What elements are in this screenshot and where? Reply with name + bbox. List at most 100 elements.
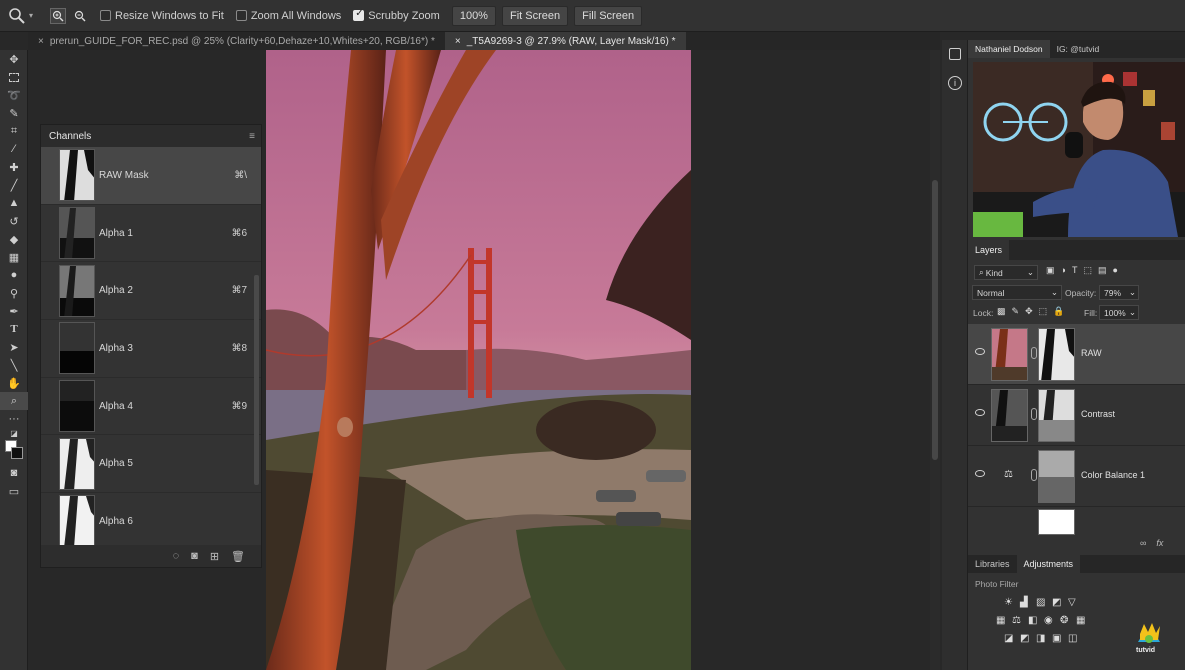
kind-filter-dropdown[interactable]: ⌕ Kind ⌄	[974, 265, 1038, 280]
black-white-icon[interactable]: ◧	[1028, 615, 1037, 626]
zoom-all-windows-checkbox[interactable]: Zoom All Windows	[235, 10, 341, 22]
lasso-tool-icon[interactable]: ➰	[0, 86, 28, 104]
posterize-icon[interactable]: ◩	[1020, 633, 1029, 644]
hue-sat-icon[interactable]: ▦	[996, 615, 1005, 626]
color-balance-adj-icon[interactable]: ⚖	[1012, 615, 1021, 626]
exposure-icon[interactable]: ◩	[1052, 597, 1061, 608]
channels-scrollbar[interactable]	[254, 275, 259, 485]
quick-mask-icon[interactable]: ◙	[0, 464, 28, 482]
layers-tab[interactable]: Layers	[968, 240, 1010, 260]
lock-artboard-icon[interactable]: ⬚	[1039, 306, 1048, 317]
blur-tool-icon[interactable]: ●	[0, 266, 28, 284]
channel-row-alpha-6[interactable]: Alpha 6	[41, 493, 261, 551]
scrubby-zoom-box[interactable]	[353, 8, 365, 21]
dodge-tool-icon[interactable]: ⚲	[0, 284, 28, 302]
levels-icon[interactable]: ▟	[1020, 597, 1028, 608]
layer-mask-thumbnail[interactable]	[1038, 450, 1075, 503]
scrubby-zoom-checkbox[interactable]: Scrubby Zoom	[353, 8, 440, 22]
lock-pixels-icon[interactable]: ✎	[1012, 306, 1020, 317]
zoom-100-button[interactable]: 100%	[451, 5, 496, 26]
link-layers-icon[interactable]: ∞	[1140, 538, 1146, 548]
lock-position-icon[interactable]: ✥	[1025, 306, 1033, 317]
lock-all-icon[interactable]: 🔒	[1053, 306, 1064, 317]
resize-windows-box[interactable]	[100, 10, 111, 21]
layer-row-raw[interactable]: RAW	[968, 324, 1185, 385]
new-channel-icon[interactable]: ⊞	[210, 550, 219, 563]
layer-row-contrast[interactable]: Contrast	[968, 385, 1185, 446]
fx-icon[interactable]: fx	[1156, 538, 1163, 548]
move-tool-icon[interactable]: ✥	[0, 50, 28, 68]
mask-link-icon[interactable]	[1031, 347, 1037, 359]
brush-tool-icon[interactable]: ╱	[0, 176, 28, 194]
line-tool-icon[interactable]: ╲	[0, 356, 28, 374]
channels-tab[interactable]: Channels	[47, 131, 93, 142]
eraser-tool-icon[interactable]: ◆	[0, 230, 28, 248]
zoom-in-icon[interactable]	[50, 7, 66, 24]
healing-brush-icon[interactable]: ✚	[0, 158, 28, 176]
fill-screen-button[interactable]: Fill Screen	[574, 5, 643, 26]
document-canvas[interactable]	[266, 50, 691, 670]
panel-menu-icon[interactable]: ≡	[247, 131, 257, 142]
gradient-map-icon[interactable]: ▣	[1052, 633, 1061, 644]
layer-row-color-balance[interactable]: ⚖ Color Balance 1	[968, 446, 1185, 507]
tab-t5a9269[interactable]: × _T5A9269-3 @ 27.9% (RAW, Layer Mask/16)…	[444, 32, 686, 50]
visibility-eye-icon[interactable]	[975, 470, 985, 477]
scroll-thumb[interactable]	[932, 180, 938, 460]
fit-screen-button[interactable]: Fit Screen	[501, 5, 569, 26]
channel-row-alpha-2[interactable]: Alpha 2 ⌘7	[41, 262, 261, 321]
canvas-vertical-scrollbar[interactable]	[930, 50, 940, 670]
fill-field[interactable]: 100% ⌄	[1099, 305, 1139, 320]
path-select-icon[interactable]: ➤	[0, 338, 28, 356]
layer-row-partial[interactable]	[968, 507, 1185, 535]
layer-mask-thumbnail[interactable]	[1038, 328, 1075, 381]
tab-prerun-guide[interactable]: × prerun_GUIDE_FOR_REC.psd @ 25% (Clarity…	[28, 32, 445, 50]
opacity-field[interactable]: 79% ⌄	[1099, 285, 1139, 300]
zoom-all-box[interactable]	[235, 10, 247, 21]
channel-row-alpha-3[interactable]: Alpha 3 ⌘8	[41, 320, 261, 378]
curves-icon[interactable]: ▨	[1036, 597, 1045, 608]
trash-icon[interactable]: 🗑	[231, 550, 245, 563]
stamp-tool-icon[interactable]: ▲	[0, 194, 28, 212]
visibility-eye-icon[interactable]	[975, 409, 985, 416]
lock-transparency-icon[interactable]: ▩	[997, 306, 1006, 317]
type-tool-icon[interactable]: T	[0, 320, 28, 338]
channel-row-alpha-1[interactable]: Alpha 1 ⌘6	[41, 205, 261, 263]
zoom-tool-icon[interactable]: ⌕	[0, 392, 28, 410]
selective-color-icon[interactable]: ◫	[1068, 633, 1077, 644]
channel-row-raw-mask[interactable]: RAW Mask ⌘\	[41, 147, 261, 205]
adjustments-presets-icon[interactable]	[949, 48, 961, 60]
channel-row-alpha-4[interactable]: Alpha 4 ⌘9	[41, 378, 261, 436]
history-brush-icon[interactable]: ↺	[0, 212, 28, 230]
layer-mask-thumbnail[interactable]	[1038, 389, 1075, 442]
hand-tool-icon[interactable]: ✋	[0, 374, 28, 392]
more-tools-icon[interactable]: ···	[0, 410, 28, 428]
mask-link-icon[interactable]	[1031, 408, 1037, 420]
default-colors-icon[interactable]: ◪	[0, 428, 28, 438]
crop-tool-icon[interactable]: ⌗	[0, 122, 28, 140]
channel-mixer-icon[interactable]: ❂	[1060, 615, 1068, 626]
close-icon[interactable]: ×	[38, 36, 44, 47]
pen-tool-icon[interactable]: ✒	[0, 302, 28, 320]
filter-pixel-icon[interactable]: ▣	[1046, 265, 1055, 276]
gradient-tool-icon[interactable]: ▦	[0, 248, 28, 266]
brightness-icon[interactable]: ☀	[1004, 597, 1013, 608]
color-swatch-icon[interactable]	[0, 438, 28, 464]
quick-select-tool-icon[interactable]: ✎	[0, 104, 28, 122]
load-selection-icon[interactable]: ◌	[173, 550, 180, 562]
zoom-tool-icon[interactable]: ▾	[8, 7, 44, 25]
tab-libraries[interactable]: Libraries	[968, 555, 1017, 573]
filter-toggle-icon[interactable]: ●	[1112, 265, 1117, 276]
save-selection-icon[interactable]: ◙	[191, 550, 198, 562]
eyedropper-tool-icon[interactable]: ⁄	[0, 140, 28, 158]
mask-link-icon[interactable]	[1031, 469, 1037, 481]
channel-row-alpha-5[interactable]: Alpha 5	[41, 435, 261, 494]
close-icon[interactable]: ×	[455, 36, 461, 47]
resize-windows-checkbox[interactable]: Resize Windows to Fit	[100, 10, 224, 22]
zoom-out-icon[interactable]	[72, 8, 88, 24]
marquee-tool-icon[interactable]	[0, 68, 28, 86]
screen-mode-icon[interactable]: ▭	[0, 482, 28, 500]
filter-adjustment-icon[interactable]: ◑	[1061, 265, 1066, 276]
vibrance-icon[interactable]: ▽	[1068, 597, 1076, 608]
invert-icon[interactable]: ◪	[1004, 633, 1013, 644]
color-lookup-icon[interactable]: ▦	[1076, 615, 1085, 626]
